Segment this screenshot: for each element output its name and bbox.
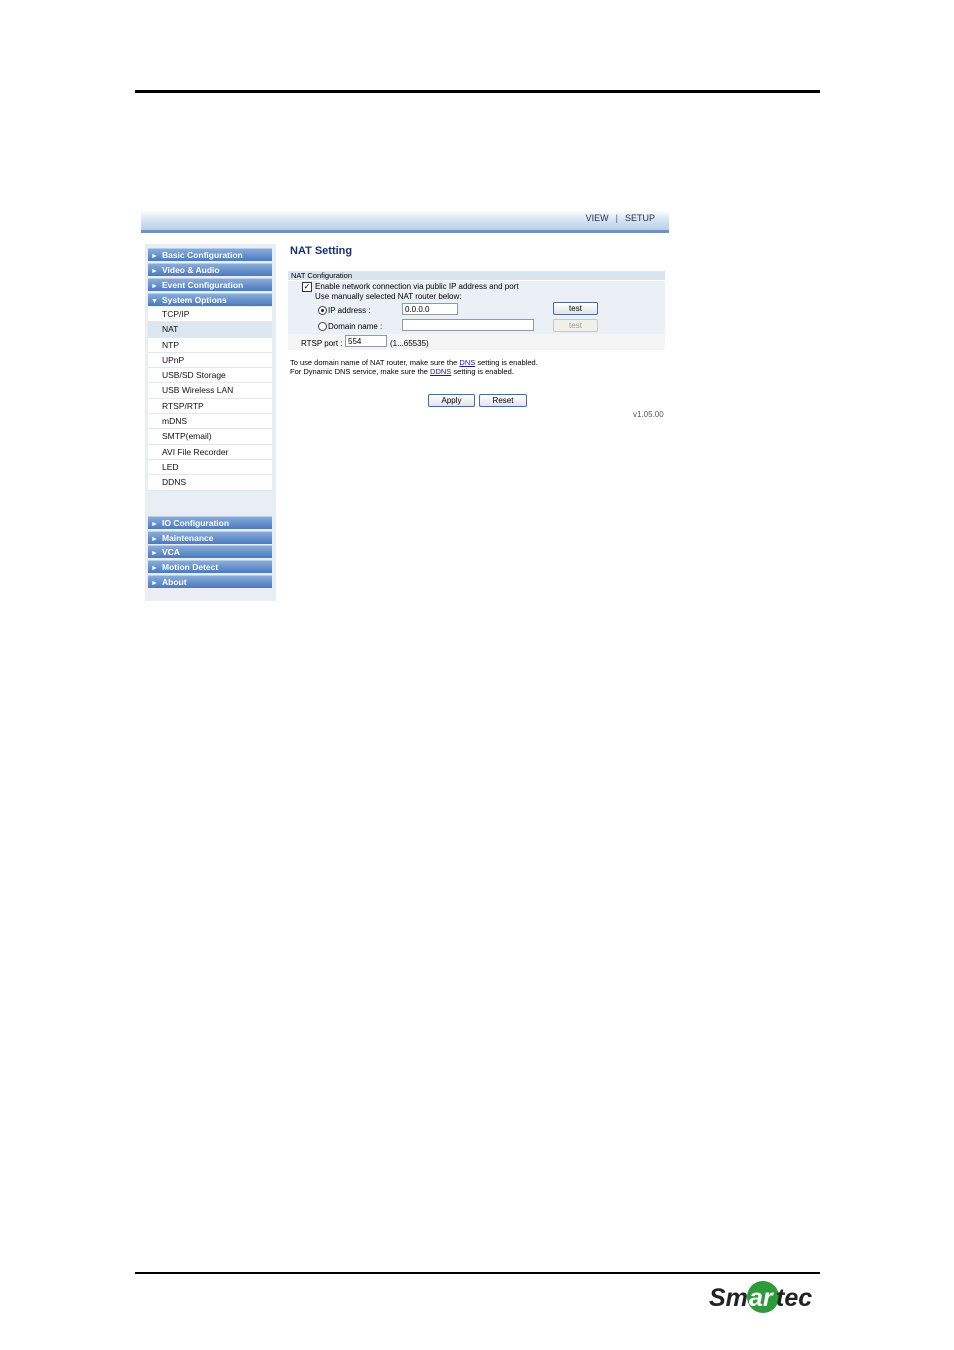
section-header: NAT Configuration bbox=[288, 271, 665, 280]
sidebar-item-usb-sd-storage[interactable]: USB/SD Storage bbox=[148, 368, 272, 384]
sidebar-item-mdns[interactable]: mDNS bbox=[148, 414, 272, 430]
arrow-right-icon: ► bbox=[151, 580, 158, 587]
reset-button[interactable]: Reset bbox=[479, 394, 527, 407]
menu-label: Video & Audio bbox=[162, 265, 220, 275]
top-bar: VIEW | SETUP bbox=[141, 210, 669, 233]
sidebar-item-smtp[interactable]: SMTP(email) bbox=[148, 429, 272, 445]
menu-system-options[interactable]: ▼ System Options bbox=[148, 293, 272, 306]
nav-separator: | bbox=[615, 213, 618, 223]
menu-maintenance[interactable]: ► Maintenance bbox=[148, 531, 272, 544]
sidebar-item-ddns[interactable]: DDNS bbox=[148, 475, 272, 491]
note-text: setting is enabled. bbox=[475, 358, 538, 367]
sidebar-item-ntp[interactable]: NTP bbox=[148, 338, 272, 353]
sidebar-item-tcpip[interactable]: TCP/IP bbox=[148, 307, 272, 323]
view-link[interactable]: VIEW bbox=[586, 213, 609, 223]
page-title: NAT Setting bbox=[290, 245, 353, 257]
top-nav: VIEW | SETUP bbox=[586, 213, 655, 223]
menu-event-configuration[interactable]: ► Event Configuration bbox=[148, 278, 272, 291]
dns-link[interactable]: DNS bbox=[459, 358, 475, 367]
manual-router-label: Use manually selected NAT router below: bbox=[315, 292, 462, 301]
sidebar-item-rtsp-rtp[interactable]: RTSP/RTP bbox=[148, 399, 272, 415]
ddns-link[interactable]: DDNS bbox=[430, 367, 451, 376]
menu-vca[interactable]: ► VCA bbox=[148, 545, 272, 558]
rtsp-port-label: RTSP port : bbox=[301, 339, 343, 348]
dns-note: To use domain name of NAT router, make s… bbox=[290, 358, 538, 367]
test-domain-button[interactable]: test bbox=[553, 319, 598, 332]
ip-address-input[interactable]: 0.0.0.0 bbox=[402, 303, 458, 315]
menu-video-audio[interactable]: ► Video & Audio bbox=[148, 263, 272, 276]
arrow-right-icon: ► bbox=[151, 268, 158, 275]
bottom-rule bbox=[135, 1272, 820, 1274]
ip-address-label: IP address : bbox=[328, 306, 371, 315]
note-text: To use domain name of NAT router, make s… bbox=[290, 358, 460, 367]
ip-address-radio[interactable] bbox=[318, 306, 327, 315]
menu-label: Motion Detect bbox=[162, 562, 219, 572]
domain-name-label: Domain name : bbox=[328, 322, 383, 331]
rtsp-port-range: (1...65535) bbox=[390, 339, 429, 348]
sidebar-item-led[interactable]: LED bbox=[148, 460, 272, 476]
arrow-right-icon: ► bbox=[151, 283, 158, 290]
enable-nat-checkbox[interactable]: ✓ bbox=[302, 282, 312, 292]
system-options-submenu: TCP/IP NAT NTP UPnP USB/SD Storage USB W… bbox=[148, 307, 272, 491]
svg-text:ar: ar bbox=[749, 1284, 774, 1312]
sidebar-item-upnp[interactable]: UPnP bbox=[148, 353, 272, 369]
menu-label: Event Configuration bbox=[162, 280, 244, 290]
menu-label: VCA bbox=[162, 547, 180, 557]
menu-basic-configuration[interactable]: ► Basic Configuration bbox=[148, 248, 272, 261]
smartec-logo: Sm ar tec bbox=[709, 1281, 812, 1313]
domain-name-radio[interactable] bbox=[318, 322, 327, 331]
menu-label: Basic Configuration bbox=[162, 250, 243, 260]
note-text: For Dynamic DNS service, make sure the bbox=[290, 367, 431, 376]
svg-text:Sm: Sm bbox=[709, 1284, 748, 1312]
test-ip-button[interactable]: test bbox=[553, 302, 598, 315]
version-label: v1.05.00 bbox=[633, 410, 664, 419]
arrow-right-icon: ► bbox=[151, 565, 158, 572]
menu-label: IO Configuration bbox=[162, 518, 230, 528]
top-rule bbox=[135, 90, 820, 93]
rtsp-port-input[interactable]: 554 bbox=[345, 335, 387, 347]
sidebar-item-usb-wireless-lan[interactable]: USB Wireless LAN bbox=[148, 383, 272, 399]
ddns-note: For Dynamic DNS service, make sure the D… bbox=[290, 367, 514, 376]
arrow-right-icon: ► bbox=[151, 550, 158, 557]
sidebar-item-avi-file-recorder[interactable]: AVI File Recorder bbox=[148, 445, 272, 460]
menu-label: Maintenance bbox=[162, 533, 214, 543]
menu-about[interactable]: ► About bbox=[148, 575, 272, 588]
apply-button[interactable]: Apply bbox=[428, 394, 475, 407]
menu-label: System Options bbox=[162, 295, 227, 305]
arrow-right-icon: ► bbox=[151, 521, 158, 528]
setup-link[interactable]: SETUP bbox=[625, 213, 655, 223]
menu-motion-detect[interactable]: ► Motion Detect bbox=[148, 560, 272, 573]
svg-text:tec: tec bbox=[776, 1284, 812, 1312]
note-text: setting is enabled. bbox=[451, 367, 514, 376]
menu-io-configuration[interactable]: ► IO Configuration bbox=[148, 516, 272, 529]
domain-name-input[interactable] bbox=[402, 319, 534, 331]
menu-label: About bbox=[162, 577, 187, 587]
sidebar-item-nat[interactable]: NAT bbox=[148, 322, 272, 338]
arrow-right-icon: ► bbox=[151, 253, 158, 260]
enable-nat-label: Enable network connection via public IP … bbox=[315, 282, 519, 291]
